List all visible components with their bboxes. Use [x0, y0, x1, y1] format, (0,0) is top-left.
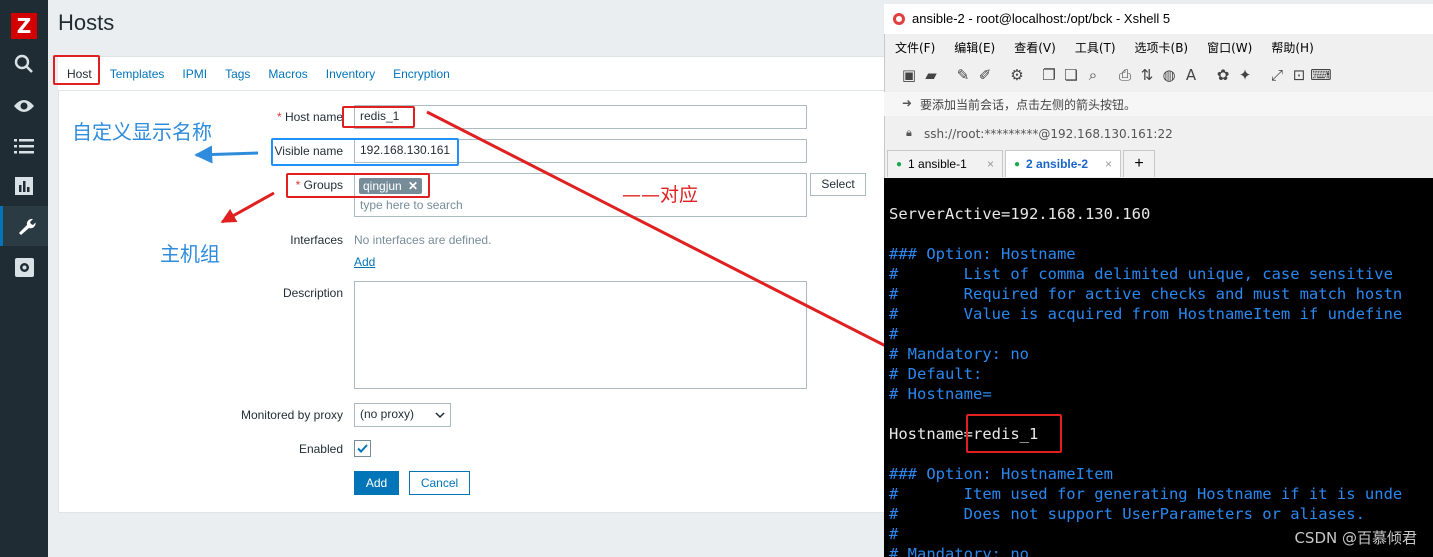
arrow-icon[interactable]: ➜ — [902, 96, 912, 110]
globe-icon[interactable]: ◍ — [1158, 64, 1180, 86]
menu-window[interactable]: 窗口(W) — [1196, 36, 1260, 58]
xshell-menubar: 文件(F) 编辑(E) 查看(V) 工具(T) 选项卡(B) 窗口(W) 帮助(… — [884, 36, 1433, 58]
terminal-line: # Mandatory: no — [889, 545, 1029, 557]
red-arrow-groups — [220, 191, 275, 224]
paste-icon[interactable]: ❏ — [1060, 64, 1082, 86]
close-tab-icon[interactable]: × — [1105, 157, 1112, 171]
terminal[interactable]: ServerActive=192.168.130.160 ### Option: … — [884, 178, 1433, 557]
lock-small-icon: 🔒︎ — [906, 126, 912, 139]
terminal-line: # Required for active checks and must ma… — [889, 285, 1403, 303]
menu-file[interactable]: 文件(F) — [884, 36, 943, 58]
xshell-logo-icon — [893, 13, 905, 25]
menu-tabs[interactable]: 选项卡(B) — [1124, 36, 1197, 58]
print-icon[interactable]: ⎙ — [1114, 64, 1136, 86]
properties-icon[interactable]: ⚙ — [1006, 64, 1028, 86]
window-title: ansible-2 - root@localhost:/opt/bck - Xs… — [912, 11, 1171, 26]
open-folder-icon[interactable]: ▰ — [920, 64, 942, 86]
address-text[interactable]: ssh://root:*********@192.168.130.161:22 — [924, 127, 1173, 141]
find-icon[interactable]: ⌕ — [1082, 64, 1104, 86]
close-tab-icon[interactable]: × — [987, 157, 994, 171]
menu-edit[interactable]: 编辑(E) — [943, 36, 1003, 58]
keyboard-icon[interactable]: ⌨ — [1310, 64, 1332, 86]
xshell-titlebar: ansible-2 - root@localhost:/opt/bck - Xs… — [884, 4, 1433, 34]
menu-view[interactable]: 查看(V) — [1003, 36, 1064, 58]
session-hint-bar: ➜ 要添加当前会话，点击左侧的箭头按钮。 — [884, 92, 1433, 116]
copy-icon[interactable]: ❐ — [1038, 64, 1060, 86]
terminal-line: # Item used for generating Hostname if i… — [889, 485, 1403, 503]
menu-help[interactable]: 帮助(H) — [1260, 36, 1321, 58]
terminal-line: ### Option: Hostname — [889, 245, 1076, 263]
terminal-line: ServerActive=192.168.130.160 — [889, 205, 1151, 223]
transfer-icon[interactable]: ⇅ — [1136, 64, 1158, 86]
terminal-line: # Does not support UserParameters or ali… — [889, 505, 1365, 523]
xshell-toolbar: ▣ ▰ ✎ ✐ ⚙ ❐ ❏ ⌕ ⎙ ⇅ ◍ A ✿ ✦ ⤢ ⊡ ⌨ — [884, 60, 1433, 90]
terminal-line: # Value is acquired from HostnameItem if… — [889, 305, 1403, 323]
new-tab-button[interactable]: + — [1123, 150, 1155, 177]
session-hint-text: 要添加当前会话，点击左侧的箭头按钮。 — [920, 98, 1137, 112]
fullscreen-icon[interactable]: ⤢ — [1266, 64, 1288, 86]
session-tab-1[interactable]: ● 1 ansible-1 × — [887, 150, 1003, 177]
terminal-line: # Mandatory: no — [889, 345, 1029, 363]
font-icon[interactable]: A — [1180, 64, 1202, 86]
xftp-icon[interactable]: ✿ — [1212, 64, 1234, 86]
reconnect-icon[interactable]: ✎ — [952, 64, 974, 86]
terminal-line: # — [889, 525, 899, 543]
terminal-line: # — [889, 325, 899, 343]
status-dot-icon: ● — [896, 158, 903, 170]
terminal-line: # Hostname= — [889, 385, 992, 403]
script-icon[interactable]: ✦ — [1234, 64, 1256, 86]
lock-icon[interactable]: ⊡ — [1288, 64, 1310, 86]
new-session-icon[interactable]: ▣ — [898, 64, 920, 86]
status-dot-icon: ● — [1014, 158, 1021, 170]
menu-tools[interactable]: 工具(T) — [1064, 36, 1124, 58]
disconnect-icon[interactable]: ✐ — [974, 64, 996, 86]
terminal-line: # List of comma delimited unique, case s… — [889, 265, 1393, 283]
session-tabs: ● 1 ansible-1 × ● 2 ansible-2 × + — [884, 150, 1433, 178]
watermark: CSDN @百慕倾君 — [1294, 529, 1417, 547]
highlight-terminal-hostname — [966, 414, 1062, 453]
terminal-line: ### Option: HostnameItem — [889, 465, 1113, 483]
address-bar: 🔒︎ ssh://root:*********@192.168.130.161:… — [884, 120, 1433, 146]
session-tab-2[interactable]: ● 2 ansible-2 × — [1005, 150, 1121, 177]
blue-arrow — [194, 145, 259, 164]
terminal-line: # Default: — [889, 365, 983, 383]
